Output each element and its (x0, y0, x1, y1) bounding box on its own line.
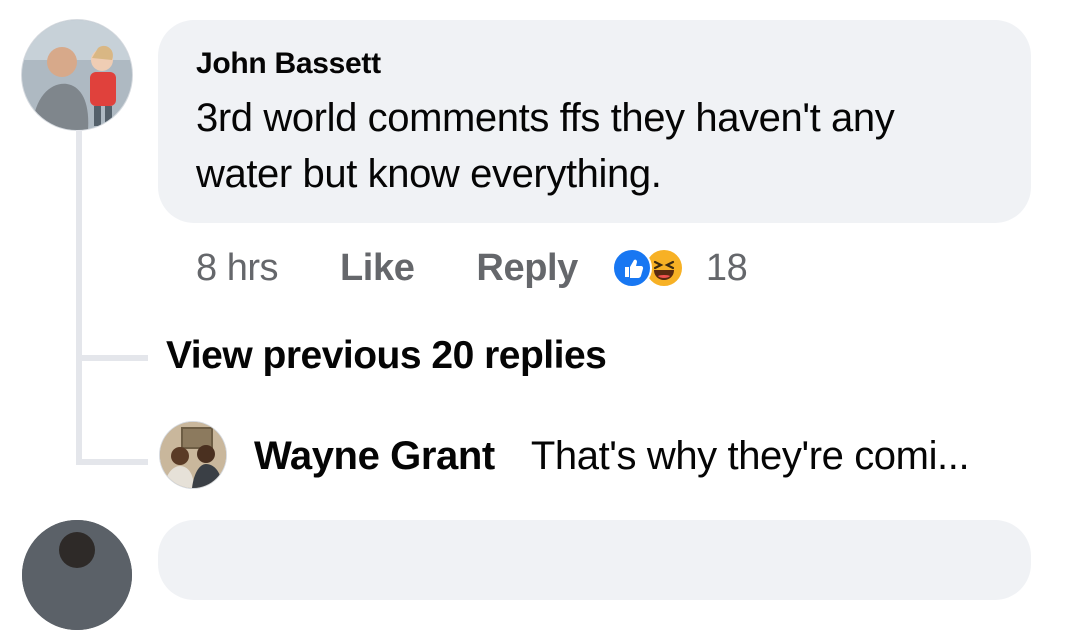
reply-avatar[interactable] (160, 422, 226, 488)
thread-line (76, 130, 82, 465)
thread-branch (76, 355, 148, 361)
next-commenter-avatar[interactable] (22, 520, 132, 630)
reactions-summary[interactable] (611, 248, 684, 288)
thread-branch (76, 459, 148, 465)
reply-button[interactable]: Reply (476, 247, 578, 290)
comment-bubble: John Bassett 3rd world comments ffs they… (158, 20, 1031, 223)
commenter-avatar[interactable] (22, 20, 132, 130)
view-previous-replies-link[interactable]: View previous 20 replies (166, 334, 607, 378)
comment-text: 3rd world comments ffs they haven't any … (196, 96, 895, 196)
comment-author[interactable]: John Bassett (196, 46, 995, 82)
reply-preview[interactable]: Wayne Grant That's why they're comi... (254, 434, 970, 479)
like-button[interactable]: Like (340, 247, 415, 290)
next-comment-bubble (158, 520, 1031, 600)
reaction-count[interactable]: 18 (706, 247, 748, 290)
comment-timestamp[interactable]: 8 hrs (196, 247, 278, 290)
like-icon (611, 248, 652, 288)
reply-text: That's why they're comi... (530, 434, 970, 478)
comment-actions: 8 hrs Like Reply 18 (196, 240, 748, 296)
reply-author[interactable]: Wayne Grant (254, 434, 495, 478)
